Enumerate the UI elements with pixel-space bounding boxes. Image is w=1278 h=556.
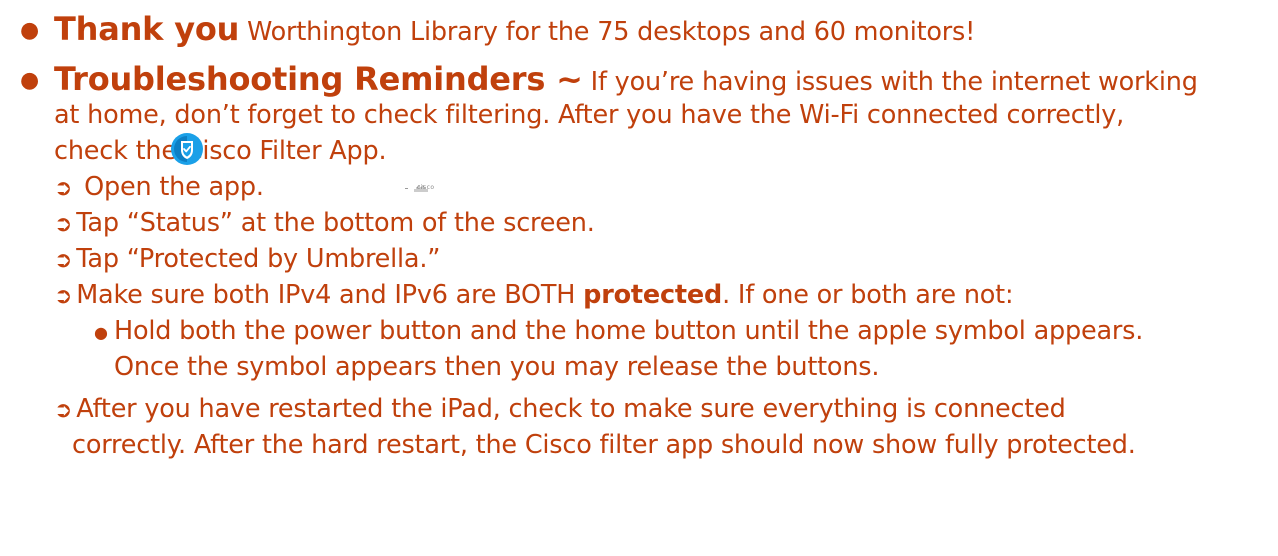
step-text: Open the app.	[76, 172, 264, 202]
step-tap-protected: ➲ Tap “Protected by Umbrella.”	[54, 242, 440, 278]
step-text: Tap “Status” at the bottom of the screen…	[76, 208, 595, 238]
thank-you-text: Worthington Library for the 75 desktops …	[239, 17, 976, 47]
arrow-icon: ➲	[54, 176, 73, 201]
troubleshooting-heading: Troubleshooting Reminders ~	[54, 60, 583, 98]
arrow-icon: ➲	[54, 248, 73, 273]
final-step-text-1: After you have restarted the iPad, check…	[76, 394, 1066, 424]
substep-line-1: Hold both the power button and the home …	[114, 314, 1143, 348]
step-text-pre: Make sure both IPv4 and IPv6 are BOTH	[76, 280, 584, 310]
shield-app-icon	[171, 133, 203, 165]
final-step-line-1: ➲ After you have restarted the iPad, chec…	[54, 392, 1066, 428]
cisco-logo-text: cisco	[417, 184, 435, 191]
troubleshooting-text-3: check the Cisco Filter App.	[54, 136, 387, 166]
substep-text-1: Hold both the power button and the home …	[114, 316, 1144, 346]
step-make-sure: ➲ Make sure both IPv4 and IPv6 are BOTH p…	[54, 278, 1014, 314]
step-open-app: ➲ Open the app.	[54, 170, 264, 206]
substep-line-2: Once the symbol appears then you may rel…	[114, 350, 879, 384]
final-step-line-2: correctly. After the hard restart, the C…	[72, 428, 1136, 462]
troubleshooting-line-3: check the Cisco Filter App.	[54, 134, 387, 168]
arrow-icon: ➲	[54, 212, 73, 237]
troubleshooting-line-2: at home, don’t forget to check filtering…	[54, 98, 1124, 132]
sub-bullet: ●	[94, 323, 108, 342]
step-text-post: . If one or both are not:	[722, 280, 1014, 310]
protected-emphasis: protected	[583, 280, 723, 310]
thank-you-line: Thank you Worthington Library for the 75…	[54, 12, 975, 49]
troubleshooting-text-2: at home, don’t forget to check filtering…	[54, 100, 1125, 130]
thank-you-heading: Thank you	[54, 10, 240, 48]
troubleshooting-text-1: If you’re having issues with the interne…	[582, 67, 1198, 97]
arrow-icon: ➲	[54, 398, 73, 423]
cisco-logo-icon: cisco	[405, 172, 435, 196]
bullet-2: ●	[20, 68, 39, 93]
bullet-1: ●	[20, 18, 39, 43]
arrow-icon: ➲	[54, 284, 73, 309]
troubleshooting-line-1: Troubleshooting Reminders ~ If you’re ha…	[54, 62, 1198, 99]
document: ● Thank you Worthington Library for the …	[0, 0, 1278, 556]
substep-text-2: Once the symbol appears then you may rel…	[114, 352, 880, 382]
divider-mark	[405, 188, 408, 189]
step-text: Tap “Protected by Umbrella.”	[76, 244, 441, 274]
step-tap-status: ➲ Tap “Status” at the bottom of the scree…	[54, 206, 595, 242]
final-step-text-2: correctly. After the hard restart, the C…	[72, 430, 1136, 460]
